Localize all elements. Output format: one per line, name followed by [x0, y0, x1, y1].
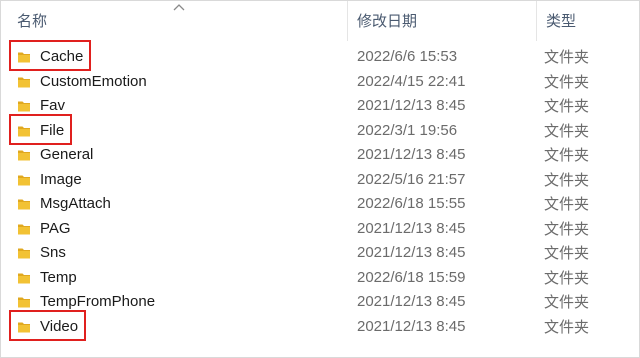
highlight-box: [9, 309, 86, 341]
file-row[interactable]: Temp 2022/6/18 15:59 文件夹: [1, 266, 639, 291]
file-type: 文件夹: [544, 97, 590, 115]
file-type: 文件夹: [544, 317, 590, 336]
file-name: CustomEmotion: [40, 72, 147, 90]
file-row[interactable]: Cache 2022/6/6 15:53 文件夹: [1, 40, 639, 71]
folder-icon: [18, 297, 30, 308]
file-list-window: 名称 修改日期 类型 Cache 2022/6/6 15:53 文件夹 CustomE…: [0, 0, 640, 358]
file-row[interactable]: CustomEmotion 2022/4/15 22:41 文件夹: [1, 70, 639, 95]
file-rows: Cache 2022/6/6 15:53 文件夹 CustomEmotion 2022/…: [1, 40, 639, 341]
file-row[interactable]: Video 2021/12/13 8:45 文件夹: [1, 309, 639, 341]
file-row[interactable]: Fav 2021/12/13 8:45 文件夹: [1, 94, 639, 119]
highlight-box: [9, 113, 72, 145]
column-header-date-modified[interactable]: 修改日期: [357, 1, 527, 41]
file-type: 文件夹: [544, 72, 590, 91]
folder-icon: [18, 248, 30, 259]
file-row[interactable]: MsgAttach 2022/6/18 15:55 文件夹: [1, 192, 639, 217]
column-header-bar: 名称 修改日期 类型: [1, 1, 639, 41]
file-type: 文件夹: [544, 195, 590, 213]
file-name: Temp: [40, 268, 77, 286]
column-divider[interactable]: [536, 1, 537, 41]
file-type: 文件夹: [544, 268, 590, 287]
file-type: 文件夹: [544, 293, 590, 311]
file-date-modified: 2022/6/18 15:55: [357, 195, 466, 212]
folder-icon: [18, 150, 30, 161]
folder-icon: [18, 224, 30, 234]
file-type: 文件夹: [544, 48, 590, 66]
file-type: 文件夹: [544, 170, 590, 189]
file-row[interactable]: PAG 2021/12/13 8:45 文件夹: [1, 217, 639, 242]
file-date-modified: 2022/5/16 21:57: [357, 170, 466, 188]
file-date-modified: 2021/12/13 8:45: [357, 244, 466, 261]
file-name: MsgAttach: [40, 195, 111, 212]
file-name: General: [40, 146, 94, 163]
file-type: 文件夹: [544, 121, 590, 140]
file-name: PAG: [40, 219, 71, 237]
folder-icon: [18, 175, 30, 185]
file-type: 文件夹: [544, 244, 590, 262]
file-type: 文件夹: [544, 146, 590, 164]
sort-up-chevron-icon: [173, 4, 185, 11]
file-row[interactable]: File 2022/3/1 19:56 文件夹: [1, 113, 639, 145]
highlight-box: [9, 40, 91, 71]
file-row[interactable]: Image 2022/5/16 21:57 文件夹: [1, 168, 639, 193]
folder-icon: [18, 77, 30, 87]
file-name: Sns: [40, 244, 66, 261]
file-date-modified: 2021/12/13 8:45: [357, 97, 466, 114]
file-date-modified: 2022/6/18 15:59: [357, 268, 466, 286]
file-name: Image: [40, 170, 82, 188]
folder-icon: [18, 273, 30, 283]
column-divider[interactable]: [347, 1, 348, 41]
file-date-modified: 2022/4/15 22:41: [357, 72, 466, 90]
file-date-modified: 2022/3/1 19:56: [357, 121, 458, 139]
file-type: 文件夹: [544, 219, 590, 238]
column-header-type[interactable]: 类型: [546, 1, 636, 41]
file-date-modified: 2021/12/13 8:45: [357, 219, 466, 237]
file-row[interactable]: TempFromPhone 2021/12/13 8:45 文件夹: [1, 290, 639, 315]
file-date-modified: 2021/12/13 8:45: [357, 317, 466, 335]
folder-icon: [18, 199, 30, 210]
file-date-modified: 2022/6/6 15:53: [357, 48, 458, 65]
file-row[interactable]: General 2021/12/13 8:45 文件夹: [1, 143, 639, 168]
file-row[interactable]: Sns 2021/12/13 8:45 文件夹: [1, 241, 639, 266]
folder-icon: [18, 101, 30, 112]
file-date-modified: 2021/12/13 8:45: [357, 146, 466, 163]
file-date-modified: 2021/12/13 8:45: [357, 293, 466, 310]
